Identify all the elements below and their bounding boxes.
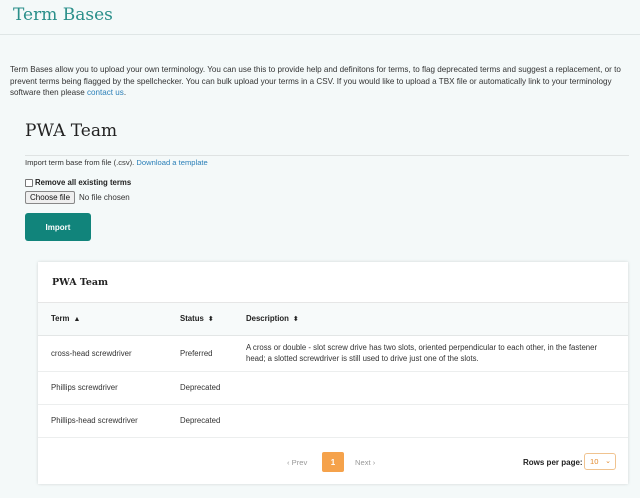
page-title: Term Bases [13, 5, 113, 25]
column-description-label: Description [246, 313, 289, 323]
column-term-label: Term [51, 314, 70, 324]
team-heading: PWA Team [25, 121, 118, 141]
column-header-description[interactable]: Description ⬍ [246, 303, 628, 336]
table-row[interactable]: Phillips screwdriver Deprecated [38, 371, 628, 405]
import-instructions: Import term base from file (.csv). Downl… [25, 158, 208, 167]
pagination: ‹ Prev 1 Next › Rows per page: 10 ⌄ [38, 452, 628, 474]
remove-existing-checkbox[interactable] [25, 178, 33, 187]
term-cell: Phillips-head screwdriver [38, 404, 180, 438]
term-bases-page: Term Bases Term Bases allow you to uploa… [0, 0, 640, 498]
terms-table: Term ▲ Status ⬍ Description ⬍ cross-head sc… [38, 303, 628, 438]
description-cell [246, 404, 628, 438]
column-header-status[interactable]: Status ⬍ [180, 303, 246, 336]
remove-existing-label: Remove all existing terms [35, 178, 132, 187]
rows-per-page-value: 10 [590, 457, 599, 466]
next-page-button[interactable]: Next › [355, 458, 375, 467]
rows-per-page-label: Rows per page: [523, 458, 583, 467]
sort-icon: ⬍ [292, 315, 299, 323]
import-button[interactable]: Import [25, 213, 91, 241]
team-divider [25, 155, 629, 156]
term-table-card: PWA Team Term ▲ Status ⬍ Description ⬍ cros… [38, 262, 628, 484]
description-cell: A cross or double - slot screw drive has… [246, 335, 628, 372]
column-header-term[interactable]: Term ▲ [38, 303, 180, 336]
download-template-link[interactable]: Download a template [136, 158, 207, 167]
status-cell: Deprecated [180, 371, 246, 405]
intro-end: . [123, 88, 127, 97]
table-row[interactable]: Phillips-head screwdriver Deprecated [38, 404, 628, 438]
no-file-label: No file chosen [79, 193, 130, 202]
contact-us-link[interactable]: contact us [87, 88, 124, 97]
table-row[interactable]: cross-head screwdriver Preferred A cross… [38, 335, 628, 372]
title-divider [0, 34, 640, 35]
table-header-row: Term ▲ Status ⬍ Description ⬍ [38, 303, 628, 336]
column-status-label: Status [180, 314, 204, 324]
file-input: Choose file No file chosen [25, 191, 130, 204]
sort-icon: ⬍ [207, 316, 214, 324]
chevron-down-icon: ⌄ [605, 458, 611, 465]
intro-paragraph: Term Bases allow you to upload your own … [10, 64, 632, 99]
import-label: Import term base from file (.csv). [25, 158, 135, 167]
rows-per-page-select[interactable]: 10 ⌄ [584, 453, 616, 470]
status-cell: Deprecated [180, 404, 246, 438]
term-cell: cross-head screwdriver [38, 335, 180, 372]
card-title: PWA Team [52, 277, 109, 288]
prev-page-button[interactable]: ‹ Prev [287, 458, 307, 467]
term-cell: Phillips screwdriver [38, 371, 180, 405]
page-number-button[interactable]: 1 [322, 452, 344, 472]
sort-asc-icon: ▲ [73, 316, 81, 324]
status-cell: Preferred [180, 335, 246, 372]
choose-file-button[interactable]: Choose file [25, 191, 76, 204]
remove-existing-option[interactable]: Remove all existing terms [25, 178, 131, 187]
description-cell [246, 371, 628, 405]
